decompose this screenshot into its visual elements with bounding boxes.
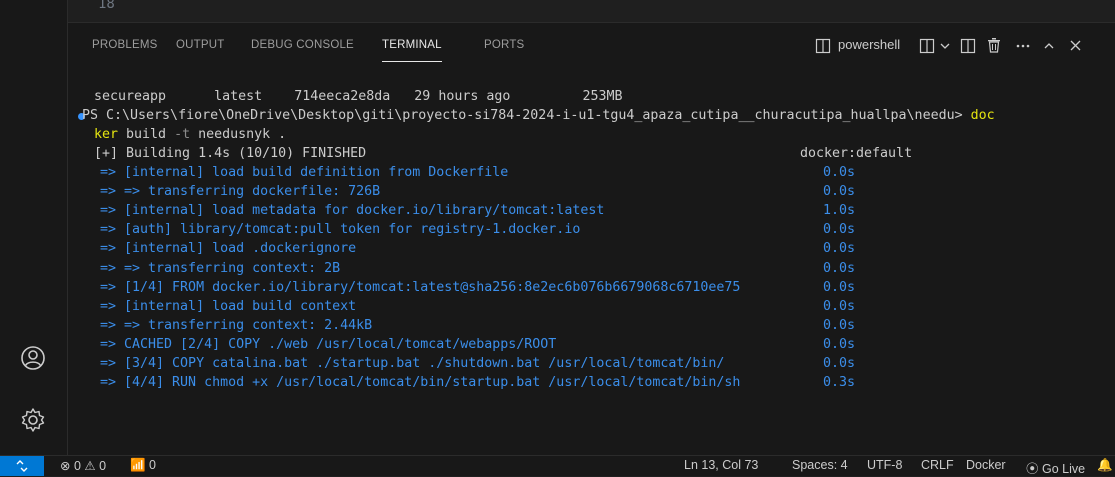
build-step-time: 1.0s xyxy=(823,203,856,219)
bottom-panel: PROBLEMS OUTPUT DEBUG CONSOLE TERMINAL P… xyxy=(68,23,1115,456)
build-step-text: => [internal] load .dockerignore xyxy=(100,241,357,257)
build-step-line: => [4/4] RUN chmod +x /usr/local/tomcat/… xyxy=(100,373,740,392)
error-count: 0 xyxy=(73,459,81,473)
command-docker-part1: doc xyxy=(970,108,995,123)
build-step-text: => [3/4] COPY catalina.bat ./startup.bat… xyxy=(100,356,725,371)
build-step-text: => => transferring dockerfile: 726B xyxy=(100,184,381,200)
shell-name[interactable]: powershell xyxy=(838,37,900,52)
build-header: [+] Building 1.4s (10/10) FINISHED xyxy=(94,146,367,161)
build-step-line: => [3/4] COPY catalina.bat ./startup.bat… xyxy=(100,354,724,373)
tab-problems[interactable]: PROBLEMS xyxy=(92,39,158,51)
accounts-icon[interactable] xyxy=(18,343,48,373)
cursor-position[interactable]: Ln 13, Col 73 xyxy=(684,458,758,472)
build-step-line: => => transferring context: 2B xyxy=(100,259,340,278)
build-step-text: => [auth] library/tomcat:pull token for … xyxy=(100,222,581,238)
terminal-command-continuation: ker build -t needusnyk . xyxy=(94,125,286,144)
activity-bar xyxy=(0,0,68,456)
build-step-text: => [4/4] RUN chmod +x /usr/local/tomcat/… xyxy=(100,375,741,391)
notifications-bell-icon[interactable]: 🔔 xyxy=(1097,458,1113,473)
panel-actions: powershell xyxy=(815,35,1115,59)
command-flag: -t xyxy=(174,127,191,142)
build-step-time: 0.3s xyxy=(823,375,856,391)
encoding[interactable]: UTF-8 xyxy=(867,458,902,472)
build-step-line: => [auth] library/tomcat:pull token for … xyxy=(100,220,580,239)
build-step-line: => [1/4] FROM docker.io/library/tomcat:l… xyxy=(100,278,740,297)
warning-count: 0 xyxy=(99,459,107,473)
build-step-time: 0.0s xyxy=(823,165,856,180)
editor-line-number: 18 xyxy=(98,0,115,12)
terminal-output[interactable]: secureapp latest 714eeca2e8da 29 hours a… xyxy=(68,85,1115,456)
build-step-line: => [internal] load build definition from… xyxy=(100,163,508,182)
tab-output[interactable]: OUTPUT xyxy=(176,39,224,51)
line-endings[interactable]: CRLF xyxy=(921,458,954,472)
chevron-down-icon[interactable] xyxy=(939,40,951,62)
trash-icon[interactable] xyxy=(986,37,1002,59)
image-id: 714eeca2e8da xyxy=(294,89,391,104)
editor-area: 18 xyxy=(68,0,1115,23)
build-context: docker:default xyxy=(800,146,913,161)
image-repository: secureapp xyxy=(94,89,167,104)
image-tag: latest xyxy=(214,89,263,104)
language-mode[interactable]: Docker xyxy=(966,458,1006,472)
build-step-text: => => transferring context: 2B xyxy=(100,260,341,276)
prompt-path: PS C:\Users\fiore\OneDrive\Desktop\giti\… xyxy=(82,108,971,123)
panel-tabs: PROBLEMS OUTPUT DEBUG CONSOLE TERMINAL P… xyxy=(68,23,1115,73)
image-size: 253MB xyxy=(582,89,623,104)
tab-terminal[interactable]: TERMINAL xyxy=(382,39,442,62)
build-step-line: => => transferring dockerfile: 726B xyxy=(100,182,380,201)
build-step-line: => [internal] load build context xyxy=(100,297,356,316)
go-live-label: Go Live xyxy=(1041,462,1086,476)
more-actions-icon[interactable] xyxy=(1015,39,1031,61)
build-step-time: 0.0s xyxy=(823,279,856,295)
terminal-prompt-line: PS C:\Users\fiore\OneDrive\Desktop\giti\… xyxy=(82,106,995,125)
command-docker-part2: ker xyxy=(94,127,119,142)
build-step-text: => [1/4] FROM docker.io/library/tomcat:l… xyxy=(100,279,741,295)
command-target: needusnyk . xyxy=(190,127,287,142)
split-terminal-icon[interactable] xyxy=(960,38,976,60)
tab-ports[interactable]: PORTS xyxy=(484,39,524,51)
build-step-time: 0.0s xyxy=(823,184,856,200)
build-step-text: => [internal] load build context xyxy=(100,298,357,314)
terminal-image-row: secureapp latest 714eeca2e8da 29 hours a… xyxy=(94,87,622,106)
build-step-text: => CACHED [2/4] COPY ./web /usr/local/to… xyxy=(100,336,557,352)
build-step-text: => [internal] load metadata for docker.i… xyxy=(100,203,605,219)
ports-count: 0 xyxy=(149,458,156,472)
terminal-icon[interactable] xyxy=(815,38,831,60)
settings-gear-icon[interactable] xyxy=(18,405,48,435)
build-step-line: => [internal] load .dockerignore xyxy=(100,239,356,258)
remote-indicator-icon[interactable] xyxy=(0,456,44,476)
go-live-button[interactable]: ⦿ Go Live xyxy=(1026,458,1085,477)
new-terminal-icon[interactable] xyxy=(919,38,935,60)
maximize-panel-icon[interactable] xyxy=(1043,40,1055,62)
build-step-time: 0.0s xyxy=(823,336,856,352)
build-step-text: => => transferring context: 2.44kB xyxy=(100,317,373,333)
build-step-time: 0.0s xyxy=(823,222,856,238)
build-step-line: => [internal] load metadata for docker.i… xyxy=(100,201,604,220)
problems-status[interactable]: ⊗ 0 ⚠ 0 xyxy=(60,458,106,473)
ports-status[interactable]: 📶 0 xyxy=(130,458,156,473)
image-created: 29 hours ago xyxy=(414,89,511,104)
build-step-line: => => transferring context: 2.44kB xyxy=(100,316,372,335)
build-step-time: 0.0s xyxy=(823,298,856,314)
tab-debug-console[interactable]: DEBUG CONSOLE xyxy=(251,39,354,51)
build-step-text: => [internal] load build definition from… xyxy=(100,165,509,180)
build-step-time: 0.0s xyxy=(823,356,856,371)
build-step-time: 0.0s xyxy=(823,260,856,276)
status-bar: ⊗ 0 ⚠ 0 📶 0 Ln 13, Col 73 Spaces: 4 UTF-… xyxy=(0,455,1115,476)
close-panel-icon[interactable] xyxy=(1069,39,1082,61)
command-build: build xyxy=(118,127,175,142)
build-step-time: 0.0s xyxy=(823,241,856,257)
indentation[interactable]: Spaces: 4 xyxy=(792,458,848,472)
build-step-time: 0.0s xyxy=(823,317,856,333)
build-step-line: => CACHED [2/4] COPY ./web /usr/local/to… xyxy=(100,335,556,354)
